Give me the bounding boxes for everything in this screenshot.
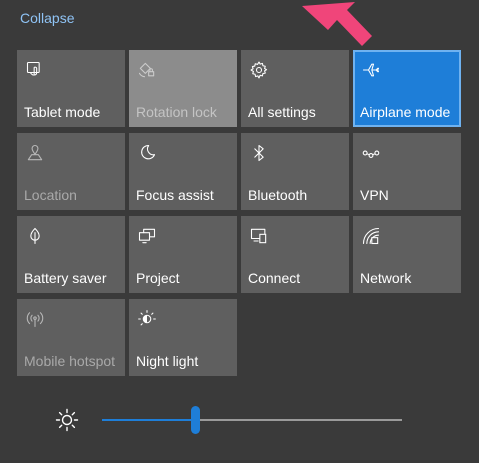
tile-label: Rotation lock [136, 104, 217, 120]
brightness-slider-fill [102, 419, 195, 421]
bluetooth-icon [247, 141, 271, 165]
tile-mobile-hotspot[interactable]: Mobile hotspot [17, 299, 125, 376]
tile-label: Location [24, 187, 77, 203]
tile-label: Network [360, 270, 412, 286]
tile-night-light[interactable]: Night light [129, 299, 237, 376]
collapse-link[interactable]: Collapse [20, 10, 74, 26]
quick-action-grid: Tablet mode Rotation lock All settings Airp… [17, 50, 461, 376]
night-light-icon [135, 307, 159, 331]
tablet-icon [23, 58, 47, 82]
pink-arrow-annotation [302, 2, 372, 46]
connect-icon [247, 224, 271, 248]
hotspot-icon [23, 307, 47, 331]
tile-rotation-lock[interactable]: Rotation lock [129, 50, 237, 127]
rotation-lock-icon [135, 58, 159, 82]
location-icon [23, 141, 47, 165]
gear-icon [247, 58, 271, 82]
airplane-icon [359, 58, 383, 82]
tile-label: Airplane mode [360, 104, 451, 120]
tile-label: Project [136, 270, 180, 286]
tile-location[interactable]: Location [17, 133, 125, 210]
tile-label: Connect [248, 270, 301, 286]
tile-battery-saver[interactable]: Battery saver [17, 216, 125, 293]
tile-label: Bluetooth [248, 187, 308, 203]
brightness-slider-thumb[interactable] [191, 406, 200, 434]
tile-label: Mobile hotspot [24, 353, 116, 369]
brightness-slider-track[interactable] [102, 406, 402, 434]
moon-icon [135, 141, 159, 165]
brightness-control [55, 405, 405, 435]
tile-label: All settings [248, 104, 316, 120]
tile-focus-assist[interactable]: Focus assist [129, 133, 237, 210]
tile-label: Night light [136, 353, 199, 369]
tile-label: Battery saver [24, 270, 107, 286]
tile-label: Focus assist [136, 187, 214, 203]
project-icon [135, 224, 159, 248]
vpn-icon [359, 141, 383, 165]
tile-connect[interactable]: Connect [241, 216, 349, 293]
battery-saver-icon [23, 224, 47, 248]
tile-label: Tablet mode [24, 104, 101, 120]
tile-bluetooth[interactable]: Bluetooth [241, 133, 349, 210]
tile-network[interactable]: Network [353, 216, 461, 293]
tile-project[interactable]: Project [129, 216, 237, 293]
tile-airplane-mode[interactable]: Airplane mode [353, 50, 461, 127]
tile-label: VPN [360, 187, 389, 203]
network-icon [359, 224, 383, 248]
tile-vpn[interactable]: VPN [353, 133, 461, 210]
sun-icon [55, 408, 79, 432]
tile-tablet-mode[interactable]: Tablet mode [17, 50, 125, 127]
tile-all-settings[interactable]: All settings [241, 50, 349, 127]
